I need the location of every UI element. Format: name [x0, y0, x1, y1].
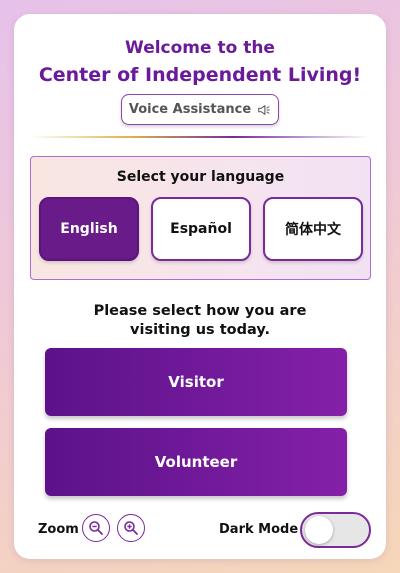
language-button-espanol[interactable]: Español — [151, 197, 251, 261]
welcome-title-line2: Center of Independent Living! — [38, 64, 362, 86]
zoom-out-button[interactable] — [82, 514, 110, 542]
visitor-button[interactable]: Visitor — [45, 348, 347, 416]
speaker-icon — [258, 104, 270, 115]
header-divider — [30, 136, 370, 138]
language-panel: Select your language English Español 简体中… — [30, 156, 371, 280]
voice-assistance-button[interactable]: Voice Assistance — [121, 94, 279, 125]
visit-prompt-line2: visiting us today. — [130, 322, 270, 338]
dark-mode-toggle-knob — [305, 516, 333, 544]
visit-prompt: Please select how you are visiting us to… — [14, 302, 386, 340]
zoom-label: Zoom — [38, 522, 79, 537]
visit-prompt-line1: Please select how you are — [93, 303, 307, 319]
language-button-chinese[interactable]: 简体中文 — [263, 197, 363, 261]
voice-assistance-label: Voice Assistance — [128, 102, 252, 117]
language-button-english[interactable]: English — [39, 197, 139, 261]
kiosk-card: Welcome to the Center of Independent Liv… — [14, 14, 386, 559]
zoom-in-button[interactable] — [117, 514, 145, 542]
welcome-title-line1: Welcome to the — [125, 38, 275, 58]
language-title: Select your language — [116, 169, 285, 185]
dark-mode-label: Dark Mode — [219, 522, 299, 537]
dark-mode-toggle[interactable] — [300, 512, 371, 548]
zoom-in-icon — [124, 521, 138, 535]
zoom-out-icon — [89, 521, 103, 535]
volunteer-button[interactable]: Volunteer — [45, 428, 347, 496]
